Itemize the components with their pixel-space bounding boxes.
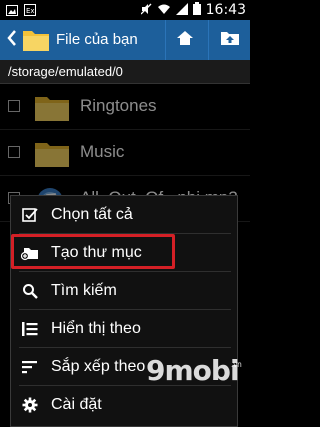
menu-item-label: Tìm kiếm [51, 282, 117, 299]
app-title: File của bạn [56, 31, 138, 48]
signal-icon [175, 2, 188, 18]
battery-icon [192, 2, 201, 18]
watermark-suffix: .vn [231, 360, 242, 369]
menu-item-select-all[interactable]: Chọn tất cả [11, 196, 237, 234]
menu-item-label: Chọn tất cả [51, 206, 133, 223]
mute-icon [140, 3, 152, 18]
menu-item-label: Cài đặt [51, 396, 102, 413]
watermark-text: 9mobi [146, 354, 240, 387]
home-icon [176, 30, 194, 51]
svg-text:Ex: Ex [26, 7, 35, 15]
folder-icon [22, 27, 50, 58]
path-breadcrumb: /storage/emulated/0 [0, 60, 250, 84]
checkbox-icon [21, 206, 39, 224]
home-button[interactable] [165, 20, 204, 60]
notification-icons: Ex [6, 3, 36, 21]
wifi-icon [157, 3, 171, 18]
watermark: 9mobi .vn [125, 352, 245, 392]
sort-icon [21, 358, 39, 376]
clock: 16:43 [205, 2, 246, 18]
status-icons: 16:43 [140, 2, 246, 18]
chevron-left-icon [7, 29, 17, 51]
folder-up-icon [220, 30, 240, 51]
picture-icon [6, 3, 18, 21]
app-bar: File của bạn [0, 20, 250, 60]
menu-item-label: Hiển thị theo [51, 320, 141, 337]
folder-up-button[interactable] [208, 20, 251, 60]
menu-item-view-by[interactable]: Hiển thị theo [11, 310, 237, 348]
gear-icon [21, 396, 39, 414]
exchange-icon: Ex [24, 3, 36, 21]
back-button[interactable] [0, 20, 24, 60]
options-menu: Chọn tất cả Tạo thư mục Tìm kiếm Hiển th… [10, 195, 238, 427]
view-list-icon [21, 320, 39, 338]
menu-item-search[interactable]: Tìm kiếm [11, 272, 237, 310]
search-icon [21, 282, 39, 300]
status-bar: Ex 16:43 [0, 0, 250, 20]
highlight-box [11, 234, 175, 269]
